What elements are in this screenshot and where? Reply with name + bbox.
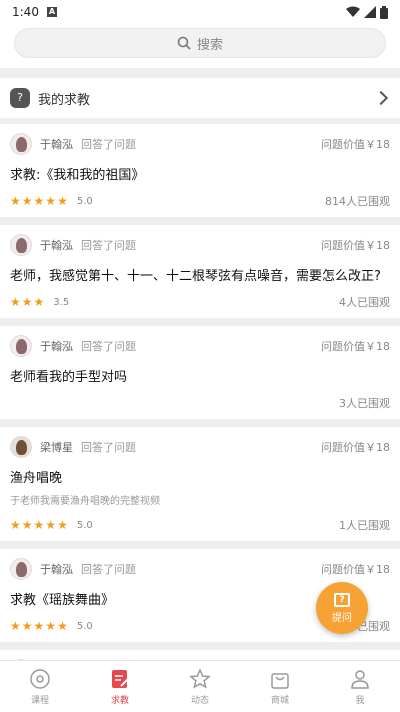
author-name[interactable]: 于翰泓	[40, 136, 73, 152]
avatar[interactable]	[10, 558, 32, 580]
star-icon: ★	[21, 194, 33, 208]
tab-star[interactable]: 动态	[160, 661, 240, 712]
watchers-count: 1人已围观	[339, 519, 390, 532]
tab-label: 商城	[270, 695, 289, 706]
rating-stars: ★ ★ ★ ★ ★ 5.0	[10, 195, 93, 207]
star-icon: ★	[57, 518, 68, 532]
tab-bag[interactable]: 商城	[240, 661, 320, 712]
star-icon: ★	[10, 194, 21, 208]
rating-stars: ★ ★ ★ 3.5	[10, 296, 69, 308]
question-value: 问题价值￥18	[321, 441, 390, 454]
chevron-right-icon	[373, 90, 389, 106]
watchers-count: 3人已围观	[339, 397, 390, 410]
author-name[interactable]: 于翰泓	[40, 561, 73, 577]
question-card[interactable]: 于翰泓 回答了问题 问题价值￥18 求教:《我和我的祖国》 ★ ★ ★ ★ ★ 5.0 814人已围…	[0, 124, 400, 217]
author-name[interactable]: 梁博星	[40, 439, 73, 455]
status-time: 1:40	[12, 5, 39, 19]
star-icon: ★	[33, 295, 45, 309]
tab-label: 动态	[190, 695, 209, 706]
signal-icon	[364, 6, 376, 18]
star-icon: ★	[57, 619, 68, 633]
star-icon: ★	[33, 619, 45, 633]
user-icon	[351, 669, 369, 689]
star-icon	[189, 667, 211, 688]
question-card[interactable]: 于翰泓 回答了问题 问题价值￥18 老师看我的手型对吗 3人已围观	[0, 326, 400, 419]
star-icon: ★	[21, 295, 33, 309]
ask-question-button[interactable]: ? 提问	[316, 582, 368, 634]
status-bar: 1:40 A	[0, 0, 400, 24]
bag-icon	[271, 672, 289, 689]
notification-icon: A	[46, 7, 57, 17]
question-title: 渔舟唱晚	[10, 471, 63, 486]
watchers-count: 4人已围观	[339, 296, 390, 309]
disc-icon	[30, 668, 50, 689]
rating-stars: ★ ★ ★ ★ ★ 5.0	[10, 620, 93, 632]
answer-action: 回答了问题	[81, 340, 136, 353]
question-title: 老师看我的手型对吗	[10, 370, 128, 385]
bottom-tab-bar: 课程 求教 动态 商城 我	[0, 660, 400, 712]
battery-icon	[380, 5, 388, 19]
tab-label: 课程	[30, 695, 49, 706]
search-placeholder: 搜索	[196, 37, 223, 53]
tab-note-edit[interactable]: 求教	[80, 661, 160, 712]
rating-value: 3.5	[53, 296, 70, 308]
tab-label: 求教	[110, 695, 129, 706]
avatar[interactable]	[10, 133, 32, 155]
star-icon: ★	[57, 194, 68, 208]
watchers-count: 814人已围观	[325, 195, 390, 208]
question-box-icon: ?	[10, 88, 30, 108]
star-icon: ★	[45, 518, 57, 532]
star-icon: ★	[45, 194, 57, 208]
rating-value: 5.0	[76, 195, 93, 207]
question-card[interactable]: 梁博星 回答了问题 问题价值￥18 渔舟唱晚 于老师我需要渔舟唱晚的完整视频 ★ ★ ★ ★ ★ 5…	[0, 427, 400, 541]
tab-disc[interactable]: 课程	[0, 661, 80, 712]
star-icon: ★	[10, 518, 21, 532]
rating-value: 5.0	[76, 519, 93, 531]
rating-stars: ★ ★ ★ ★ ★ 5.0	[10, 519, 93, 531]
question-title: 求教:《我和我的祖国》	[10, 168, 145, 183]
star-icon: ★	[10, 295, 21, 309]
tab-user[interactable]: 我	[320, 661, 400, 712]
star-icon: ★	[21, 518, 33, 532]
star-icon: ★	[33, 194, 45, 208]
answer-action: 回答了问题	[81, 239, 136, 252]
search-area: 搜索	[0, 24, 400, 68]
author-name[interactable]: 于翰泓	[40, 338, 73, 354]
rating-value: 5.0	[76, 620, 93, 632]
answer-action: 回答了问题	[81, 138, 136, 151]
search-input[interactable]: 搜索	[14, 28, 386, 58]
note-edit-icon	[112, 669, 130, 688]
avatar[interactable]	[10, 335, 32, 357]
my-help-label: 我的求教	[38, 92, 91, 108]
question-value: 问题价值￥18	[321, 239, 390, 252]
star-icon: ★	[45, 619, 57, 633]
star-icon: ★	[10, 619, 21, 633]
question-title: 老师，我感觉第十、十一、十二根琴弦有点噪音，需要怎么改正?	[10, 269, 381, 284]
tab-label: 我	[355, 695, 365, 706]
star-icon: ★	[33, 518, 45, 532]
answer-action: 回答了问题	[81, 563, 136, 576]
avatar[interactable]	[10, 436, 32, 458]
ask-question-label: 提问	[332, 612, 352, 624]
question-icon: ?	[334, 592, 350, 607]
star-icon: ★	[21, 619, 33, 633]
author-name[interactable]: 于翰泓	[40, 237, 73, 253]
avatar[interactable]	[10, 234, 32, 256]
question-subtitle: 于老师我需要渔舟唱晚的完整视频	[10, 496, 160, 507]
search-icon	[177, 36, 191, 50]
wifi-icon	[346, 6, 360, 17]
question-card[interactable]: 于翰泓 回答了问题 问题价值￥18 老师，我感觉第十、十一、十二根琴弦有点噪音，需要怎…	[0, 225, 400, 318]
answer-action: 回答了问题	[81, 441, 136, 454]
my-help-row[interactable]: ? 我的求教	[0, 78, 400, 118]
question-value: 问题价值￥18	[321, 340, 390, 353]
question-value: 问题价值￥18	[321, 563, 390, 576]
question-value: 问题价值￥18	[321, 138, 390, 151]
